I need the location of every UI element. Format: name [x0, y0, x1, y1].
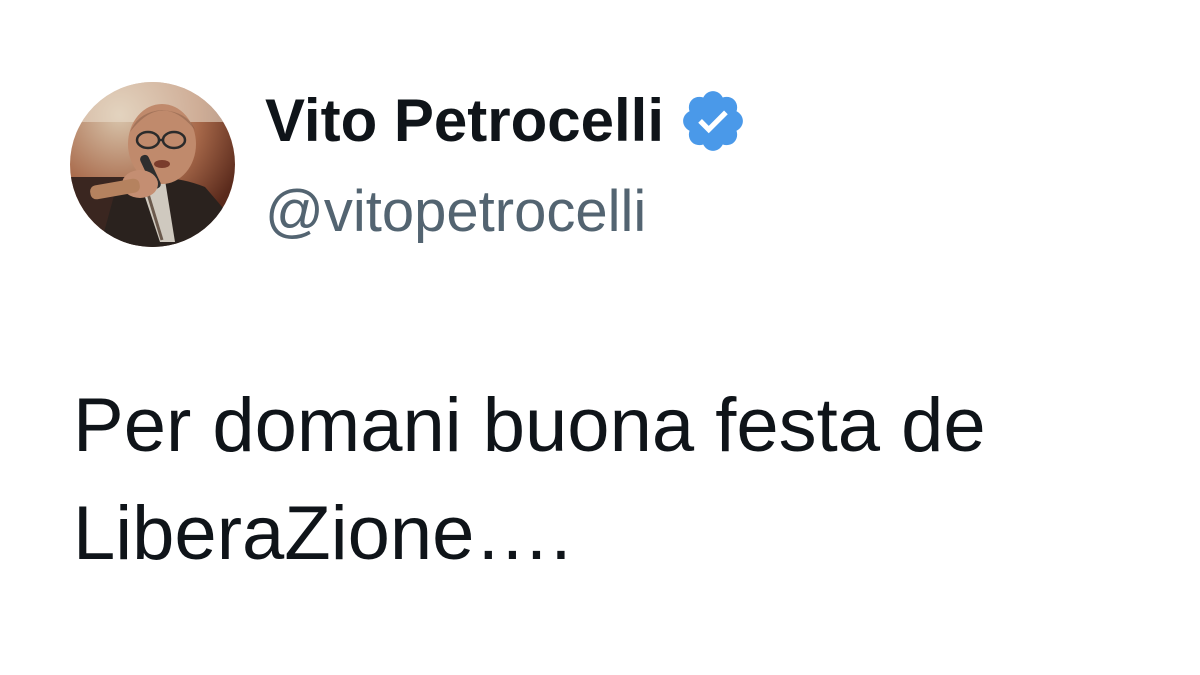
tweet-text-line: Per domani buona festa de	[73, 383, 986, 468]
tweet-text-line: LiberaZione….	[73, 491, 572, 576]
avatar[interactable]	[70, 82, 235, 247]
author-name-row: Vito Petrocelli	[265, 80, 748, 160]
verified-badge-icon	[678, 86, 748, 156]
tweet-text: Per domani buona festa de LiberaZione….	[73, 372, 1200, 588]
author-display-name[interactable]: Vito Petrocelli	[265, 86, 664, 155]
avatar-photo	[70, 82, 235, 247]
author-handle[interactable]: @vitopetrocelli	[265, 178, 646, 245]
tweet-screenshot: Vito Petrocelli @vitopetrocelli Per doma…	[0, 0, 1200, 675]
